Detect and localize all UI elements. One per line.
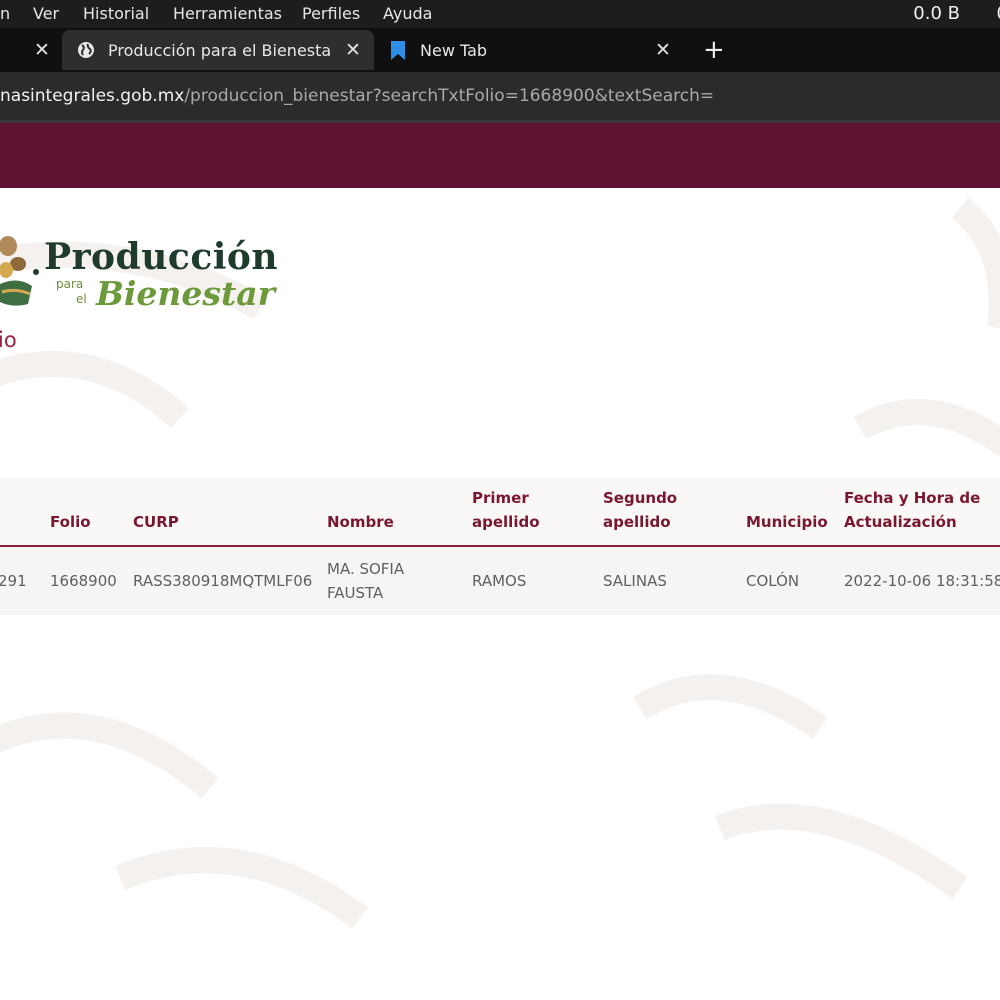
logo-title: Producción <box>44 236 279 278</box>
tab-close-icon[interactable]: ✕ <box>655 39 671 61</box>
cell-curp: RASS380918MQTMLF06 <box>133 572 313 590</box>
globe-icon <box>78 42 94 58</box>
url-path: /produccion_bienestar?searchTxtFolio=166… <box>184 86 715 106</box>
table-row[interactable]: 291 1668900 RASS380918MQTMLF06 MA. SOFIA… <box>0 547 1000 615</box>
column-header-primer-apellido[interactable]: Primer apellido <box>472 486 562 534</box>
column-header-fecha[interactable]: Fecha y Hora de Actualización <box>844 486 994 534</box>
logo-el: el <box>76 292 87 306</box>
tab-produccion-bienestar[interactable]: Producción para el Bienestar ✕ <box>62 30 374 70</box>
menu-item-ver[interactable]: Ver <box>33 4 59 23</box>
cell-segundo-apellido: SALINAS <box>603 572 667 590</box>
menu-item-herramientas[interactable]: Herramientas <box>173 4 282 23</box>
menu-item-historial[interactable]: Historial <box>83 4 149 23</box>
address-bar[interactable]: nasintegrales.gob.mx/produccion_bienesta… <box>0 72 1000 120</box>
url-field[interactable]: nasintegrales.gob.mx/produccion_bienesta… <box>0 86 714 106</box>
cell-primer-apellido: RAMOS <box>472 572 527 590</box>
site-header-banner <box>0 123 1000 188</box>
os-menu-bar: n Ver Historial Herramientas Perfiles Ay… <box>0 0 1000 28</box>
logo-para: para <box>56 277 84 291</box>
cell-fecha: 2022-10-06 18:31:58 <box>844 572 1000 590</box>
bookmark-icon <box>391 41 405 60</box>
column-header-folio[interactable]: Folio <box>50 510 91 534</box>
results-table-header: Folio CURP Nombre Primer apellido Segund… <box>0 478 1000 547</box>
column-header-curp[interactable]: CURP <box>133 510 179 534</box>
tab-new-tab[interactable]: New Tab ✕ <box>374 30 686 70</box>
tab-strip: ✕ Producción para el Bienestar ✕ New Tab… <box>0 28 1000 72</box>
tab-close-icon[interactable]: ✕ <box>345 39 361 61</box>
menu-item-ayuda[interactable]: Ayuda <box>383 4 432 23</box>
cell-municipio: COLÓN <box>746 572 800 590</box>
tray-indicator: 0 <box>997 3 1000 24</box>
cell-nombre: MA. SOFIA FAUSTA <box>327 560 405 602</box>
page-content: Producción para el Bienestar io Folio CU… <box>0 188 1000 1000</box>
cell-folio: 1668900 <box>50 572 117 590</box>
tab-title: New Tab <box>420 41 488 60</box>
page-subtitle: io <box>0 328 17 352</box>
url-host: nasintegrales.gob.mx <box>0 86 185 106</box>
logo-emblem-icon <box>0 236 39 306</box>
tab-title: Producción para el Bienestar <box>108 41 332 60</box>
column-header-nombre[interactable]: Nombre <box>327 510 394 534</box>
new-tab-button[interactable]: + <box>703 35 725 65</box>
menu-item-truncated[interactable]: n <box>0 4 10 23</box>
cell-id: 291 <box>0 572 27 590</box>
menu-item-perfiles[interactable]: Perfiles <box>302 4 360 23</box>
network-speed-indicator: 0.0 B <box>913 3 960 24</box>
column-header-municipio[interactable]: Municipio <box>746 510 828 534</box>
tab-previous[interactable]: ✕ <box>0 30 62 70</box>
tab-close-icon[interactable]: ✕ <box>34 39 50 61</box>
logo-bienestar: Bienestar <box>96 274 276 313</box>
column-header-segundo-apellido[interactable]: Segundo apellido <box>603 486 703 534</box>
